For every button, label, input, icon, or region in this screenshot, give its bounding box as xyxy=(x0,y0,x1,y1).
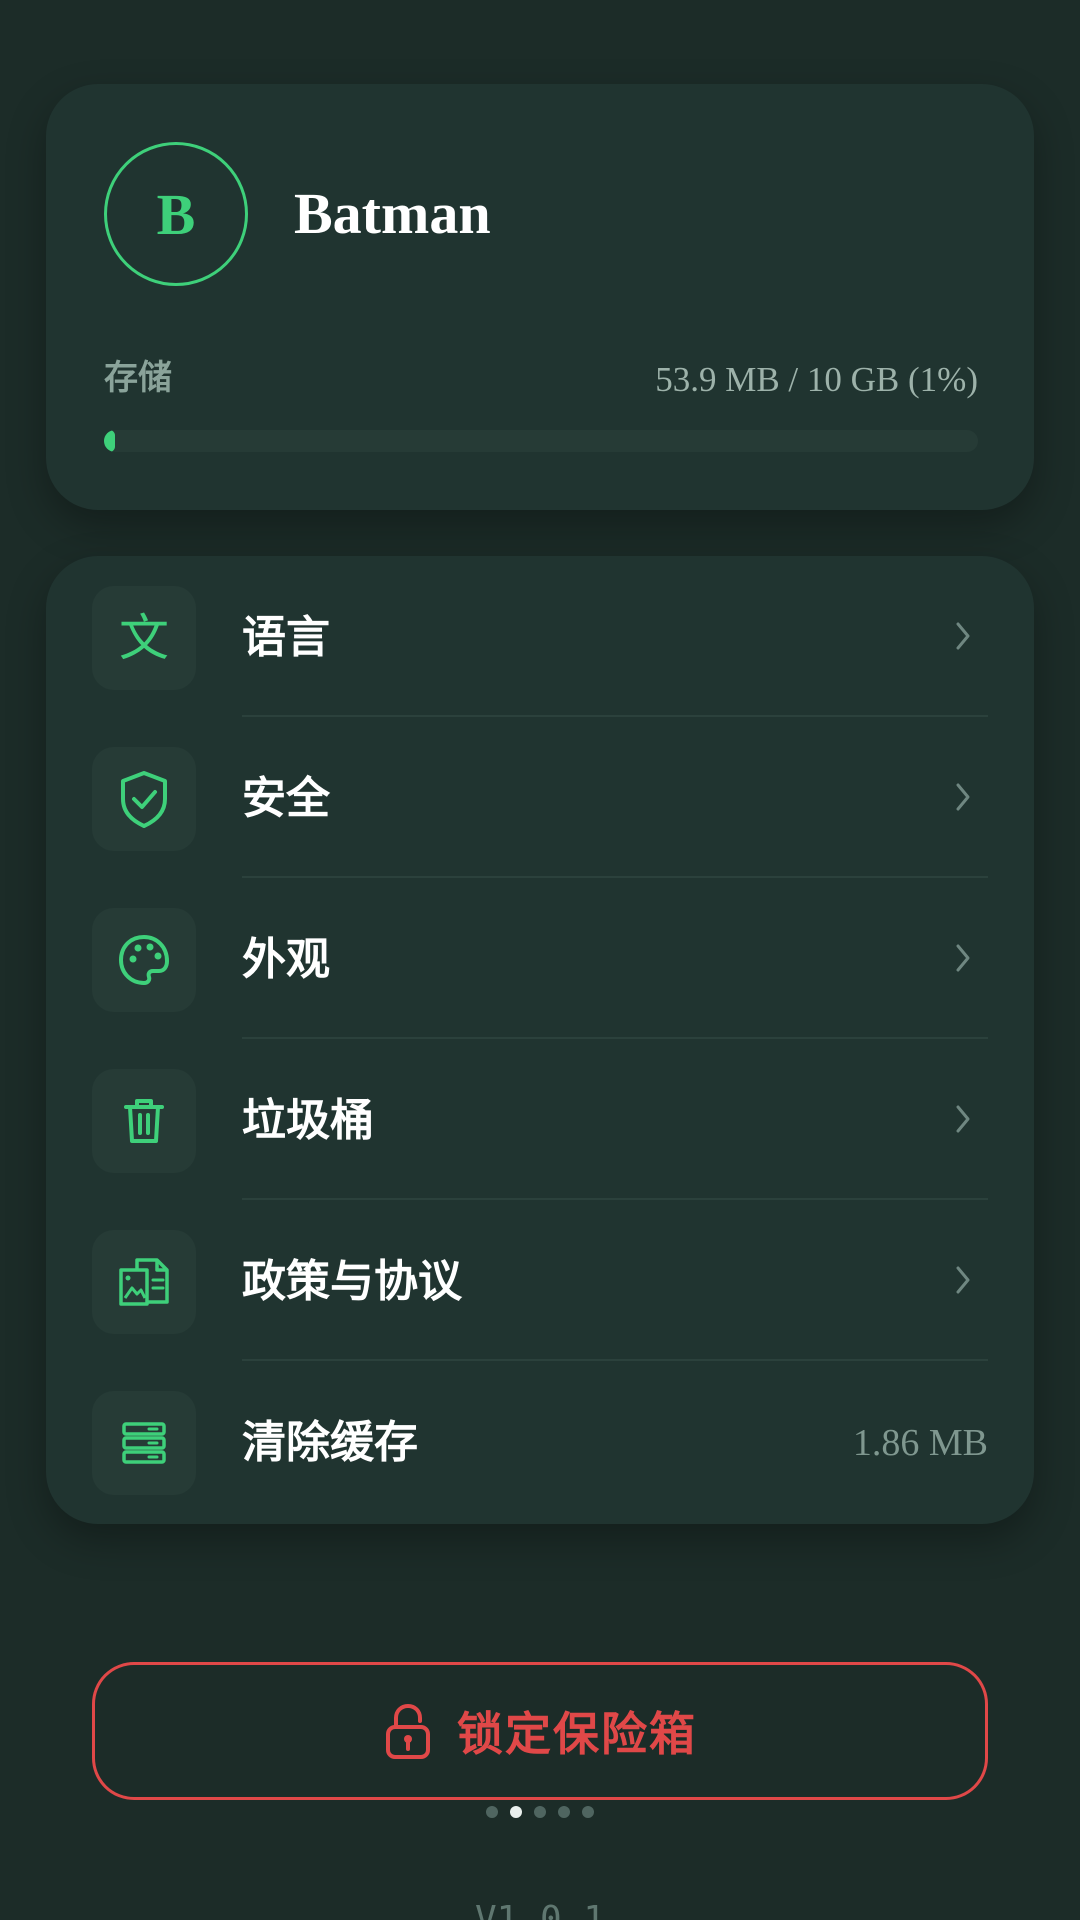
chevron-right-icon xyxy=(956,622,970,650)
menu-item-policy[interactable]: 政策与协议 xyxy=(46,1200,1034,1361)
menu-item-security[interactable]: 安全 xyxy=(46,717,1034,878)
lock-icon xyxy=(386,1703,430,1759)
shield-check-icon xyxy=(121,771,167,828)
appearance-icon-box xyxy=(92,908,196,1012)
document-icon xyxy=(119,1258,169,1306)
menu-item-appearance[interactable]: 外观 xyxy=(46,878,1034,1039)
palette-icon xyxy=(119,935,169,985)
storage-progress-fill xyxy=(104,430,115,452)
language-icon-box: 文 xyxy=(92,586,196,690)
menu-item-label: 垃圾桶 xyxy=(242,1095,374,1146)
avatar-initial: B xyxy=(156,181,196,247)
menu-item-label: 政策与协议 xyxy=(242,1256,462,1307)
chevron-right-icon xyxy=(956,1266,970,1294)
lock-vault-label: 锁定保险箱 xyxy=(457,1707,697,1761)
version-label: V1.0.1 xyxy=(474,1899,606,1920)
settings-menu: 文 语言 安全 外观 垃圾桶 政策与协议 清除缓存 1.86 MB xyxy=(46,556,1034,1524)
clear-cache-icon-box xyxy=(92,1391,196,1495)
page-dot[interactable] xyxy=(534,1806,546,1818)
page-indicator xyxy=(0,1806,1080,1820)
menu-item-language[interactable]: 文 语言 xyxy=(46,556,1034,717)
page-dot-active[interactable] xyxy=(510,1806,522,1818)
page-dot[interactable] xyxy=(558,1806,570,1818)
page-dot[interactable] xyxy=(486,1806,498,1818)
chevron-right-icon xyxy=(956,783,970,811)
storage-usage-text: 53.9 MB / 10 GB (1%) xyxy=(655,360,978,399)
menu-item-trash[interactable]: 垃圾桶 xyxy=(46,1039,1034,1200)
menu-item-label: 安全 xyxy=(242,773,330,824)
storage-icon xyxy=(122,1422,166,1464)
menu-item-label: 语言 xyxy=(242,612,330,663)
menu-item-label: 外观 xyxy=(242,934,330,985)
avatar[interactable]: B xyxy=(104,142,248,286)
menu-item-label: 清除缓存 xyxy=(242,1417,418,1468)
security-icon-box xyxy=(92,747,196,851)
profile-card: B Batman 存储 53.9 MB / 10 GB (1%) xyxy=(46,84,1034,510)
chevron-right-icon xyxy=(956,944,970,972)
trash-icon-box xyxy=(92,1069,196,1173)
cache-size-value: 1.86 MB xyxy=(852,1422,988,1464)
page-dot[interactable] xyxy=(582,1806,594,1818)
language-icon: 文 xyxy=(119,609,169,667)
policy-icon-box xyxy=(92,1230,196,1334)
username: Batman xyxy=(294,181,491,246)
chevron-right-icon xyxy=(956,1105,970,1133)
storage-label: 存储 xyxy=(104,358,172,398)
trash-icon xyxy=(124,1099,164,1143)
lock-vault-button[interactable]: 锁定保险箱 xyxy=(92,1662,988,1800)
settings-screen: B Batman 存储 53.9 MB / 10 GB (1%) 文 语言 安全… xyxy=(0,0,1080,1920)
storage-progress-bar xyxy=(104,430,978,452)
menu-item-clear-cache[interactable]: 清除缓存 1.86 MB xyxy=(46,1361,1034,1522)
